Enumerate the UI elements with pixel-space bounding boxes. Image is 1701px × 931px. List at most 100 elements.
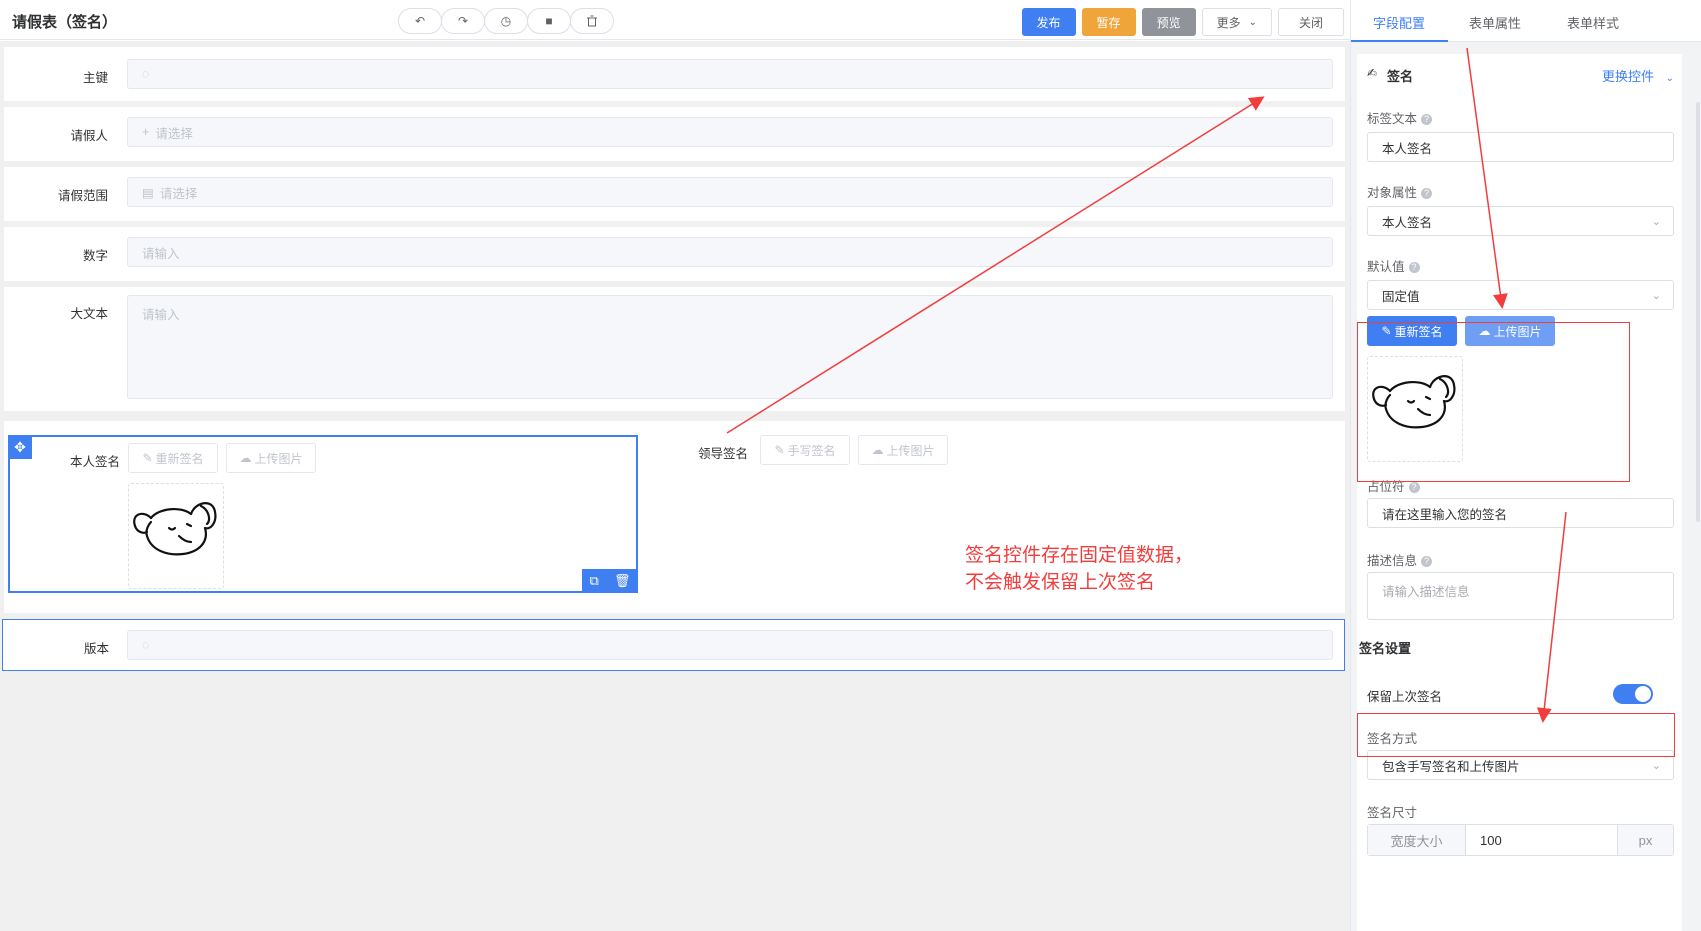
move-handle-icon[interactable]: ✥ [8,435,32,459]
cloud-upload-icon: ☁ [871,443,884,457]
undo-icon[interactable]: ↶ [398,8,442,34]
field-row-number[interactable]: 数字 请输入 [4,227,1345,281]
more-dropdown[interactable]: 更多 ⌄ [1201,8,1272,36]
panel-body: ✍ 签名 更换控件 ⌄ 标签文本? 本人签名 对象属性? 本人签名 ⌄ 默认值? [1351,42,1701,931]
redo-icon[interactable]: ↷ [441,8,485,34]
width-prefix: 宽度大小 [1368,825,1466,855]
control-header: ✍ 签名 更换控件 ⌄ [1357,54,1682,94]
upload-image-button[interactable]: ☁ 上传图片 [858,435,948,465]
history-tools: ↶ ↷ ◷ ■ [398,8,614,34]
highlight-default-image [1357,322,1630,482]
tab-field-config[interactable]: 字段配置 [1373,13,1425,32]
leave-range-picker[interactable]: ▤ 请选择 [127,177,1333,207]
widget-tools: ⧉ 🗑 [582,569,638,593]
help-icon: ? [1421,556,1433,567]
publish-button[interactable]: 发布 [1021,8,1076,36]
label-text-input[interactable]: 本人签名 [1367,132,1674,162]
field-row-bigtext[interactable]: 大文本 请输入 [4,287,1345,411]
obj-attr-label: 对象属性? [1367,182,1433,201]
placeholder-text: 请选择 [159,186,198,201]
own-signature-widget[interactable]: ✥ 本人签名 ✎ 重新签名 ☁ 上传图片 ⧉ 🗑 [8,435,638,593]
field-label: 大文本 [70,307,108,321]
more-label: 更多 [1216,15,1241,30]
sig-settings-title: 签名设置 [1359,641,1412,656]
tab-form-style[interactable]: 表单样式 [1567,13,1619,32]
swap-control-link[interactable]: 更换控件 ⌄ [1602,66,1674,85]
cloud-upload-icon: ☁ [239,451,252,465]
field-label: 数字 [82,249,108,263]
help-icon: ? [1408,482,1420,493]
chevron-down-icon: ⌄ [1651,760,1661,772]
field-label: 请假范围 [57,189,108,203]
annotation-line-2: 不会触发保留上次签名 [965,572,1156,593]
placeholder-text: 请输入 [142,246,180,261]
toggle-knob [1635,686,1651,702]
number-input[interactable]: 请输入 [127,237,1333,267]
save-draft-button[interactable]: 暂存 [1081,8,1136,36]
default-value-select[interactable]: 固定值 ⌄ [1367,280,1674,310]
field-label: 领导签名 [697,447,748,461]
delete-icon[interactable]: 🗑 [614,573,631,589]
calendar-icon: ▤ [142,185,154,200]
config-panel: 字段配置 表单属性 表单样式 ✍ 签名 更换控件 ⌄ 标签文本? 本人签名 对象… [1350,0,1701,931]
sig-settings-form: 保留上次签名 签名方式 包含手写签名和上传图片 ⌄ 签名尺寸 宽度大小 100 … [1357,670,1682,931]
close-button[interactable]: 关闭 [1277,8,1344,36]
copy-icon[interactable]: ⧉ [590,573,599,589]
width-value[interactable]: 100 [1466,825,1617,855]
keep-last-toggle[interactable] [1613,684,1653,704]
field-row-primary-key[interactable]: 主键 ◌ [4,47,1345,101]
highlight-keep-last [1357,713,1675,757]
primary-key-input[interactable]: ◌ [127,59,1333,89]
sign-size-label: 签名尺寸 [1367,806,1418,820]
field-label: 版本 [83,642,109,656]
form-title: 请假表（签名） [12,14,118,31]
width-unit: px [1617,825,1673,855]
signature-icon: ✍ [1367,66,1378,80]
clock-icon[interactable]: ◷ [484,8,528,34]
annotation-line-1: 签名控件存在固定值数据， [965,545,1194,566]
panel-scrollbar[interactable] [1696,102,1700,522]
placeholder-text: 请输入 [142,308,180,322]
bigtext-textarea[interactable]: 请输入 [127,295,1333,399]
help-icon: ? [1421,188,1433,199]
signature-drawing [133,502,217,556]
keep-last-label: 保留上次签名 [1367,690,1443,704]
panel-tabs: 字段配置 表单属性 表单样式 [1351,0,1701,42]
chevron-down-icon: ⌄ [1651,216,1661,228]
plus-icon: + [142,125,150,139]
field-label: 本人签名 [69,455,120,469]
eye-hidden-icon: ◌ [142,67,150,81]
placeholder-input[interactable]: 请在这里输入您的签名 [1367,498,1674,528]
field-label: 主键 [82,71,108,85]
handwrite-button[interactable]: ✎ 手写签名 [760,435,850,465]
chevron-down-icon: ⌄ [1248,16,1257,28]
desc-textarea[interactable]: 请输入描述信息 [1367,572,1674,620]
field-row-version[interactable]: 版本 ◌ [2,619,1345,671]
form-canvas: 主键 ◌ 请假人 + 请选择 请假范围 ▤ 请选择 数字 请输入 大文本 请输入 [0,41,1350,931]
signature-image [128,483,224,589]
version-input[interactable]: ◌ [127,630,1333,660]
chevron-down-icon: ⌄ [1665,73,1674,84]
sign-width-input[interactable]: 宽度大小 100 px [1367,824,1674,856]
top-toolbar: 请假表（签名） ↶ ↷ ◷ ■ 发布 暂存 预览 更多 ⌄ 关闭 [0,0,1350,40]
pen-icon: ✎ [142,451,153,465]
help-icon: ? [1408,262,1420,273]
trash-icon[interactable] [570,8,614,34]
default-label: 默认值? [1367,256,1420,275]
help-icon: ? [1421,114,1433,125]
preview-button[interactable]: 预览 [1141,8,1196,36]
clear-icon[interactable]: ■ [527,8,571,34]
placeholder-text: 请选择 [155,126,193,141]
obj-attr-select[interactable]: 本人签名 ⌄ [1367,206,1674,236]
field-row-leave-range[interactable]: 请假范围 ▤ 请选择 [4,167,1345,221]
upload-image-button[interactable]: ☁ 上传图片 [226,443,316,473]
field-label: 请假人 [70,129,108,143]
tab-form-props[interactable]: 表单属性 [1469,13,1521,32]
desc-label: 描述信息? [1367,550,1433,569]
label-text-label: 标签文本? [1367,108,1433,127]
field-row-leave-person[interactable]: 请假人 + 请选择 [4,107,1345,161]
action-buttons: 发布 暂存 预览 更多 ⌄ 关闭 [1016,8,1344,36]
leave-person-select[interactable]: + 请选择 [127,117,1333,147]
resign-button[interactable]: ✎ 重新签名 [128,443,218,473]
chevron-down-icon: ⌄ [1651,290,1661,302]
